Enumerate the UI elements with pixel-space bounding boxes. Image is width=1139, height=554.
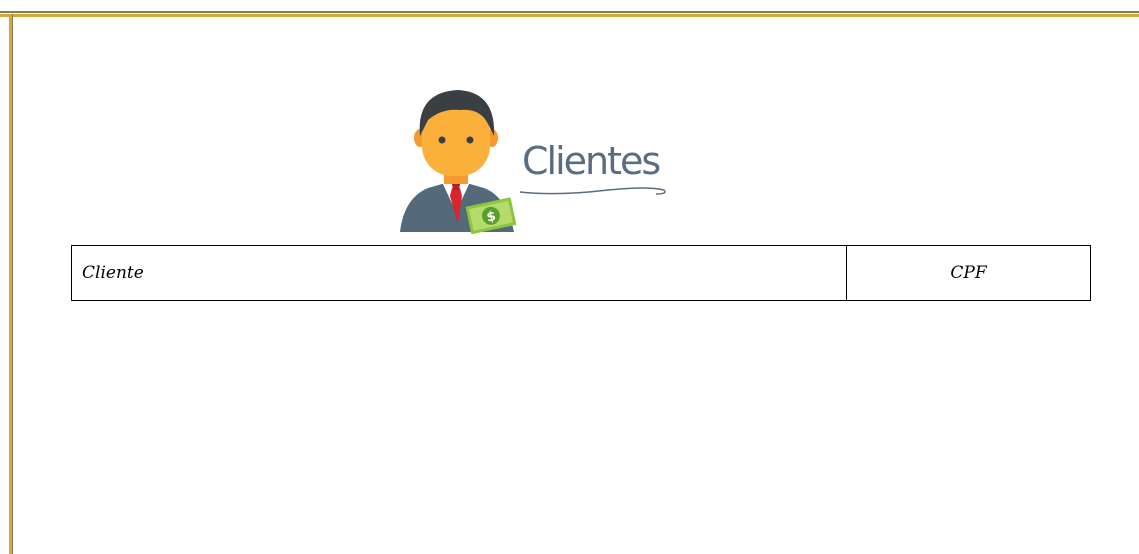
column-header-cpf[interactable]: CPF bbox=[847, 246, 1090, 300]
main-window: $ Clientes Cliente CPF bbox=[0, 0, 1139, 554]
page-header: $ Clientes bbox=[398, 86, 673, 234]
businessman-with-money-icon: $ bbox=[400, 90, 517, 234]
column-header-cliente[interactable]: Cliente bbox=[72, 246, 847, 300]
title-swash-decoration bbox=[519, 187, 666, 195]
window-left-line bbox=[12, 14, 13, 554]
clients-table-header: Cliente CPF bbox=[71, 245, 1091, 301]
window-top-line bbox=[0, 11, 1139, 13]
page-title: Clientes bbox=[522, 139, 661, 183]
window-top-border bbox=[0, 0, 1139, 17]
